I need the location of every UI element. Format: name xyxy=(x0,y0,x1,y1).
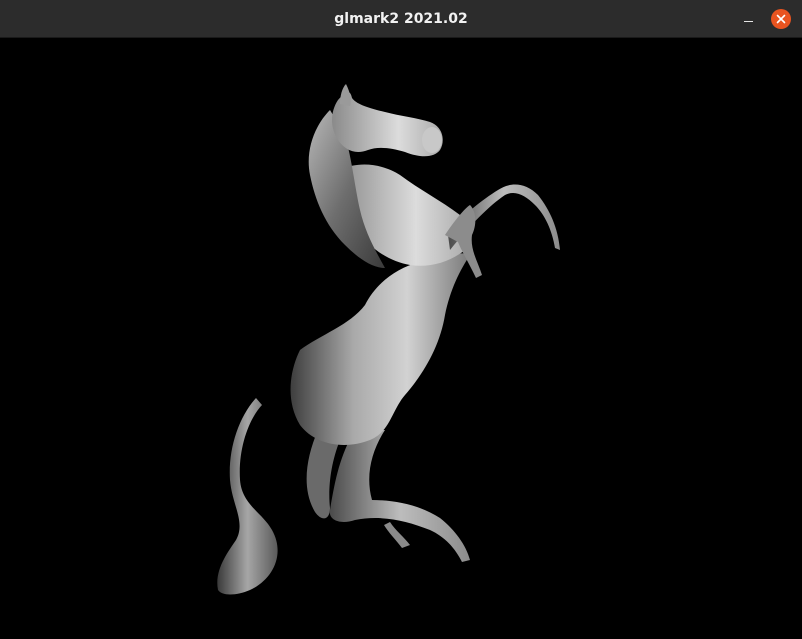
horse-hoof xyxy=(384,522,410,548)
close-button[interactable] xyxy=(771,9,791,29)
close-icon xyxy=(776,14,786,24)
minimize-button[interactable] xyxy=(738,9,758,29)
app-window: glmark2 2021.02 xyxy=(0,0,802,639)
horse-model xyxy=(217,84,560,595)
render-canvas xyxy=(0,38,802,639)
horse-body xyxy=(290,253,470,445)
horse-ear xyxy=(340,84,351,106)
horse-tail xyxy=(217,398,278,595)
window-title: glmark2 2021.02 xyxy=(334,11,468,27)
horse-muzzle xyxy=(422,127,442,153)
minimize-icon xyxy=(743,20,753,23)
title-bar[interactable]: glmark2 2021.02 xyxy=(0,0,802,38)
